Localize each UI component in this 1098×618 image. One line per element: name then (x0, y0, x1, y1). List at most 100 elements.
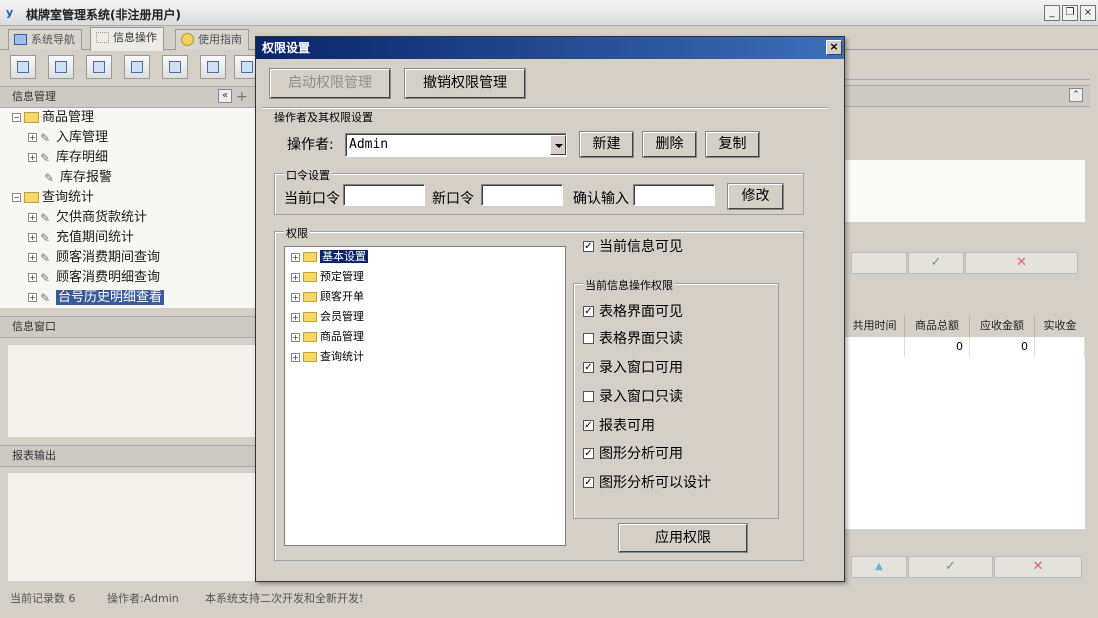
apply-permission-button[interactable]: 应用权限 (618, 523, 748, 553)
expand-node-icon[interactable]: + (291, 312, 300, 322)
tab-user-guide[interactable]: 使用指南 (175, 29, 249, 50)
tree-item-supplier-debt[interactable]: + ✎ 欠供商货款统计 (28, 208, 147, 228)
toolbar-search-button[interactable] (10, 55, 36, 79)
up-arrow-icon: ▲ (875, 561, 883, 572)
dialog-close-button[interactable]: × (826, 40, 842, 55)
right-blank-button[interactable] (851, 252, 907, 274)
expand-node-icon[interactable]: + (28, 213, 37, 222)
restore-button[interactable]: ❐ (1062, 5, 1078, 21)
tools-icon: ✎ (40, 270, 51, 285)
perm-node-goods[interactable]: + 商品管理 (291, 328, 364, 346)
minimize-button[interactable]: _ (1044, 5, 1060, 21)
grid-col-time[interactable]: 共用时间 (845, 315, 905, 337)
expand-node-icon[interactable]: + (291, 352, 300, 362)
print-icon (169, 61, 181, 73)
toolbar-new-button[interactable] (86, 55, 112, 79)
tree-item-recharge[interactable]: + ✎ 充值期间统计 (28, 228, 134, 248)
modify-password-button[interactable]: 修改 (727, 183, 784, 210)
op-graph-design-checkbox[interactable]: ✓ 图形分析可以设计 (583, 475, 711, 491)
current-info-visible-checkbox[interactable]: ✓ 当前信息可见 (583, 239, 683, 255)
grid-col-receivable[interactable]: 应收金额 (970, 315, 1035, 337)
grid-icon (96, 32, 109, 43)
expand-node-icon[interactable]: + (28, 293, 37, 302)
perm-node-booking[interactable]: + 预定管理 (291, 268, 364, 286)
current-password-input[interactable] (343, 184, 425, 206)
tab-system-nav[interactable]: 系统导航 (8, 29, 82, 50)
expand-node-icon[interactable]: + (291, 332, 300, 342)
right-upper-body (845, 160, 1085, 222)
confirm-password-label: 确认输入 (573, 191, 629, 207)
enable-permission-button[interactable]: 启动权限管理 (269, 68, 391, 99)
tree-item-customer-period[interactable]: + ✎ 顾客消费期间查询 (28, 248, 160, 268)
op-table-visible-checkbox[interactable]: ✓ 表格界面可见 (583, 304, 683, 320)
delete-operator-button[interactable]: 删除 (642, 131, 697, 158)
tree-folder-query[interactable]: − 查询统计 (12, 188, 94, 208)
copy-operator-button[interactable]: 复制 (705, 131, 760, 158)
grid-cancel-button[interactable]: ✕ (994, 556, 1082, 578)
confirm-password-input[interactable] (633, 184, 715, 206)
tree-item-stock-alarm[interactable]: ✎ 库存报警 (44, 168, 112, 188)
toolbar-export-button[interactable] (200, 55, 226, 79)
collapse-icon[interactable]: « (218, 89, 232, 103)
toolbar-list-button[interactable] (48, 55, 74, 79)
collapse-up-icon[interactable]: ⌃ (1069, 88, 1083, 102)
grid-confirm-button[interactable]: ✓ (908, 556, 993, 578)
grid-col-goods-total[interactable]: 商品总额 (905, 315, 970, 337)
perm-node-order[interactable]: + 顾客开单 (291, 288, 364, 306)
app-logo-icon: y (6, 6, 14, 19)
expand-node-icon[interactable]: + (291, 292, 300, 302)
table-row[interactable]: 0 0 (845, 337, 1085, 357)
add-icon[interactable]: + (236, 87, 248, 107)
op-report-enabled-checkbox[interactable]: ✓ 报表可用 (583, 418, 655, 434)
toolbar-edit-button[interactable] (124, 55, 150, 79)
check-icon: ✓ (945, 559, 956, 574)
window-title: 棋牌室管理系统(非注册用户) (26, 8, 181, 22)
op-graph-enabled-checkbox[interactable]: ✓ 图形分析可用 (583, 446, 683, 462)
op-entry-enabled-checkbox[interactable]: ✓ 录入窗口可用 (583, 360, 683, 376)
perm-node-query[interactable]: + 查询统计 (291, 348, 364, 366)
grid-header: 共用时间 商品总额 应收金额 实收金 (845, 315, 1085, 337)
cancel-button[interactable]: ✕ (965, 252, 1078, 274)
tree-item-stock-detail[interactable]: + ✎ 库存明细 (28, 148, 108, 168)
tree-folder-goods[interactable]: − 商品管理 (12, 108, 94, 128)
collapse-node-icon[interactable]: − (12, 193, 21, 202)
op-entry-readonly-checkbox[interactable]: 录入窗口只读 (583, 389, 683, 405)
expand-node-icon[interactable]: + (28, 233, 37, 242)
tab-info-ops[interactable]: 信息操作 (90, 27, 164, 51)
chevron-down-icon[interactable] (550, 135, 566, 155)
info-tree: − 商品管理 + ✎ 入库管理 + ✎ 库存明细 ✎ 库存报警 − 查询统计 + ✎ 欠供商货款统… (0, 108, 255, 308)
info-window-body (8, 345, 255, 437)
tree-item-stock-in[interactable]: + ✎ 入库管理 (28, 128, 108, 148)
document-icon (93, 61, 105, 73)
confirm-button[interactable]: ✓ (908, 252, 964, 274)
status-bar: 当前记录数 6 操作者:Admin 本系统支持二次开发和全新开发! (0, 586, 1098, 608)
folder-icon (303, 292, 317, 302)
operator-select[interactable]: Admin (345, 133, 567, 157)
permission-tree: + 基本设置 + 预定管理 + 顾客开单 + 会员管理 + 商品管理 + 查询统计 (284, 246, 566, 546)
expand-node-icon[interactable]: + (28, 133, 37, 142)
op-table-readonly-checkbox[interactable]: 表格界面只读 (583, 331, 683, 347)
tools-icon: ✎ (40, 250, 51, 265)
report-output-body (8, 473, 255, 581)
tree-item-table-history[interactable]: + ✎ 台号历史明细查看 (28, 288, 165, 308)
operator-section-label: 操作者及其权限设置 (272, 109, 375, 125)
tree-item-customer-detail[interactable]: + ✎ 顾客消费明细查询 (28, 268, 160, 288)
current-password-label: 当前口令 (284, 191, 340, 207)
toolbar-print-button[interactable] (162, 55, 188, 79)
collapse-node-icon[interactable]: − (12, 113, 21, 122)
tools-icon: ✎ (40, 230, 51, 245)
new-password-input[interactable] (481, 184, 563, 206)
expand-node-icon[interactable]: + (291, 252, 300, 262)
move-up-button[interactable]: ▲ (851, 556, 907, 578)
revoke-permission-button[interactable]: 撤销权限管理 (404, 68, 526, 99)
expand-node-icon[interactable]: + (291, 272, 300, 282)
new-operator-button[interactable]: 新建 (579, 131, 634, 158)
perm-node-basic[interactable]: + 基本设置 (291, 248, 369, 266)
expand-node-icon[interactable]: + (28, 273, 37, 282)
right-panel-header: ⌃ (845, 85, 1090, 107)
grid-col-received[interactable]: 实收金 (1035, 315, 1085, 337)
expand-node-icon[interactable]: + (28, 153, 37, 162)
close-window-button[interactable]: × (1080, 5, 1096, 21)
perm-node-member[interactable]: + 会员管理 (291, 308, 364, 326)
expand-node-icon[interactable]: + (28, 253, 37, 262)
